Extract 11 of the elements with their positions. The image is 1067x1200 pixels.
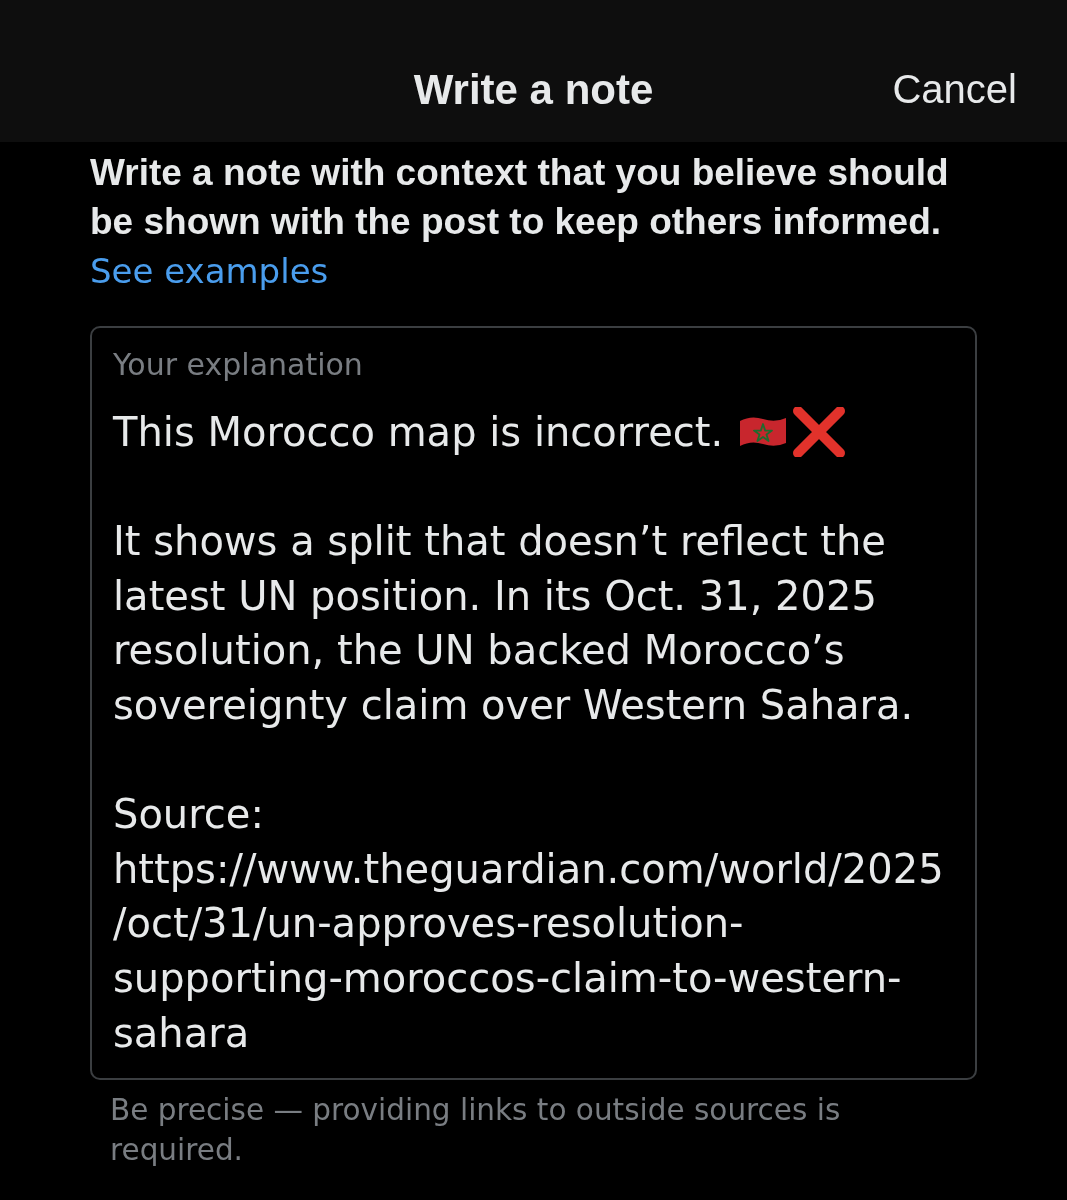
cross-mark-icon xyxy=(793,407,846,458)
note-text: Source: https://www.theguardian.com/world/2025 /oct/31/un-approves-resolution- supporting-moroccos-claim-to-western- sahara xyxy=(113,790,944,1058)
intro-text: Write a note with context that you believe should be shown with the post to keep others informed. xyxy=(90,151,950,244)
field-label: Your explanation xyxy=(113,346,363,384)
helper-text: Be precise — providing links to outside sources is required. xyxy=(110,1092,842,1170)
cancel-button[interactable]: Cancel xyxy=(892,66,1017,112)
note-text: It shows a split that doesn’t reflect the latest UN position. In its Oct. 31, 2025 resolution, the UN backed Morocco’s sovereignty claim over Western Sahara. xyxy=(113,517,914,730)
screen-title: Write a note xyxy=(413,66,654,114)
explanation-field[interactable] xyxy=(90,326,977,1081)
see-examples-link[interactable]: See examples xyxy=(90,246,329,296)
note-text: This Morocco map is incorrect. xyxy=(113,408,724,457)
